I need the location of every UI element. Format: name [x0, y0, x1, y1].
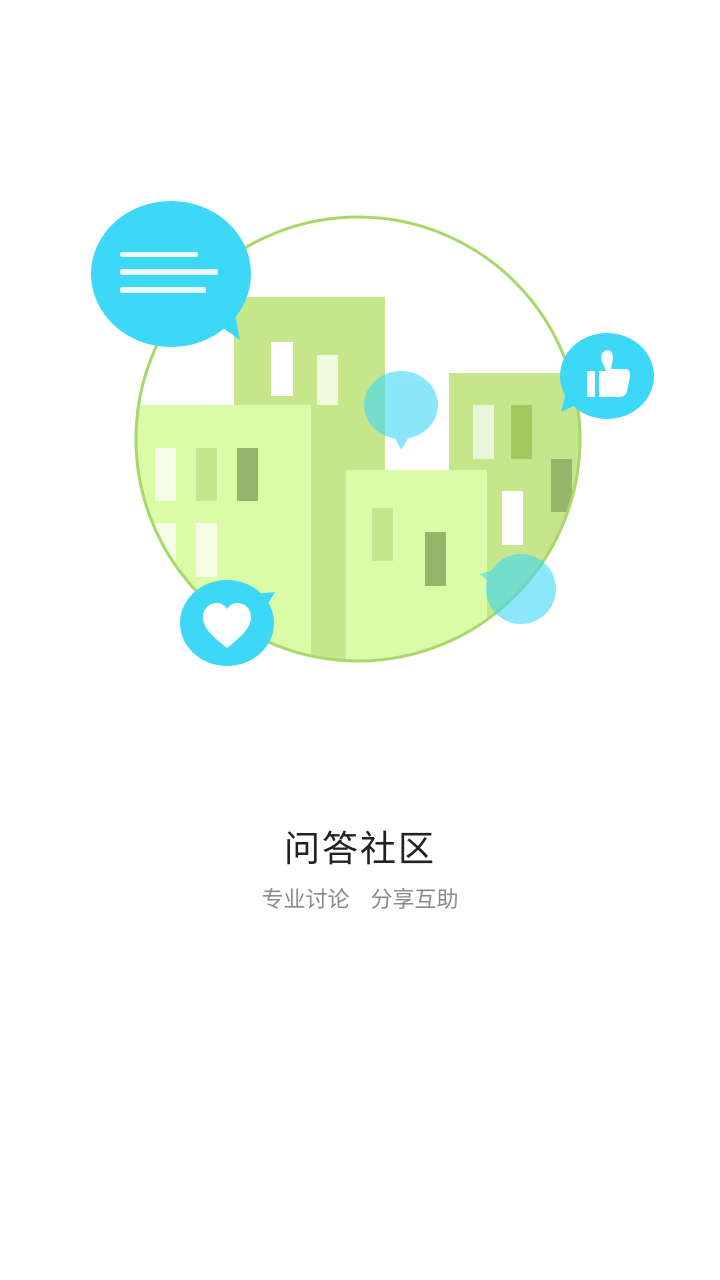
building-middle: [346, 470, 487, 661]
chat-bubble-lines-icon: [91, 201, 251, 347]
thumbs-up-icon: [560, 333, 654, 419]
community-illustration: [91, 201, 654, 666]
page-subtitle: 专业讨论 分享互助: [261, 888, 459, 913]
page-title: 问答社区: [283, 829, 436, 870]
